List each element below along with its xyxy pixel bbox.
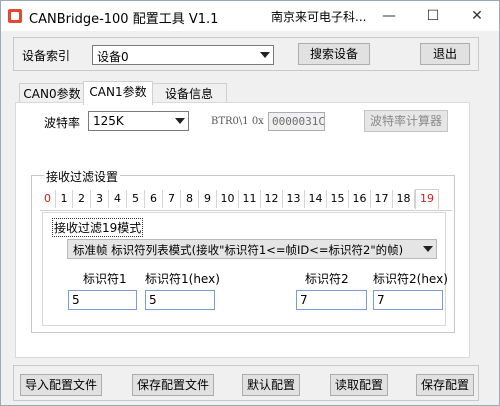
- footer-group: 导入配置文件 保存配置文件 默认配置 读取配置 保存配置: [13, 365, 479, 401]
- id2-hex-field[interactable]: 7: [373, 290, 443, 310]
- btr-value-field: 0000031C: [268, 112, 325, 131]
- filter-tab-19[interactable]: 19: [415, 189, 439, 209]
- tab-can1[interactable]: CAN1参数: [83, 81, 153, 105]
- id1-label: 标识符1: [83, 272, 127, 286]
- filter-tab-4[interactable]: 4: [109, 190, 127, 208]
- filter-tab-10[interactable]: 10: [217, 190, 239, 208]
- device-group: 设备索引 设备0 搜索设备 退出: [13, 37, 479, 71]
- save-config-file-button[interactable]: 保存配置文件: [132, 374, 214, 396]
- filter-tab-1[interactable]: 1: [56, 190, 73, 208]
- minimize-icon[interactable]: —: [372, 4, 406, 28]
- filter-group-title: 接收过滤设置: [44, 168, 121, 185]
- filter-mode-value: 标准帧 标识符列表模式(接收"标识符1<=帧ID<=标识符2"的帧): [73, 243, 404, 257]
- tab-device-info[interactable]: 设备信息: [151, 83, 227, 104]
- id2-hex-label: 标识符2(hex): [373, 272, 448, 286]
- exit-button[interactable]: 退出: [420, 43, 470, 65]
- filter-page: 接收过滤19模式 标准帧 标识符列表模式(接收"标识符1<=帧ID<=标识符2"…: [42, 212, 448, 326]
- close-icon[interactable]: ✕: [460, 4, 494, 28]
- id2-field[interactable]: 7: [296, 290, 367, 310]
- filter-tab-7[interactable]: 7: [163, 190, 181, 208]
- search-device-button[interactable]: 搜索设备: [298, 43, 370, 65]
- save-config-button[interactable]: 保存配置: [416, 374, 474, 396]
- maximize-icon[interactable]: ☐: [416, 4, 450, 28]
- id1-hex-field[interactable]: 5: [145, 290, 215, 310]
- filter-tab-17[interactable]: 17: [371, 190, 393, 208]
- id1-field[interactable]: 5: [68, 290, 137, 310]
- default-config-button[interactable]: 默认配置: [242, 374, 300, 396]
- filter-tab-8[interactable]: 8: [181, 190, 199, 208]
- baud-select[interactable]: 125K: [88, 111, 189, 131]
- btr-label: BTR0\1 0x: [211, 116, 264, 127]
- chevron-down-icon: [256, 46, 273, 64]
- filter-mode-select[interactable]: 标准帧 标识符列表模式(接收"标识符1<=帧ID<=标识符2"的帧): [67, 239, 437, 259]
- filter-tab-11[interactable]: 11: [239, 190, 261, 208]
- device-index-value: 设备0: [97, 50, 129, 64]
- chevron-down-icon: [419, 240, 436, 258]
- import-config-button[interactable]: 导入配置文件: [20, 374, 102, 396]
- chevron-down-icon: [171, 112, 188, 130]
- read-config-button[interactable]: 读取配置: [330, 374, 388, 396]
- device-index-label: 设备索引: [22, 49, 71, 63]
- device-index-select[interactable]: 设备0: [92, 45, 274, 65]
- window-company: 南京来可电子科...: [271, 10, 367, 24]
- baud-label: 波特率: [44, 116, 81, 130]
- baud-calculator-button[interactable]: 波特率计算器: [364, 110, 448, 132]
- filter-tab-2[interactable]: 2: [73, 190, 91, 208]
- window-title: CANBridge-100 配置工具 V1.1: [29, 12, 219, 27]
- title-bar[interactable]: CANBridge-100 配置工具 V1.1 南京来可电子科... — ☐ ✕: [1, 1, 499, 31]
- id2-label: 标识符2: [305, 272, 349, 286]
- filter-tab-bar: 0 1 2 3 4 5 6 7 8 9 10 11 12 13 14 15 16…: [40, 189, 452, 211]
- filter-tab-15[interactable]: 15: [327, 190, 349, 208]
- filter-tab-0[interactable]: 0: [40, 190, 56, 208]
- filter-tab-18[interactable]: 18: [393, 190, 415, 208]
- filter-tab-9[interactable]: 9: [199, 190, 217, 208]
- filter-tab-6[interactable]: 6: [145, 190, 163, 208]
- filter-tab-13[interactable]: 13: [283, 190, 305, 208]
- filter-mode-label: 接收过滤19模式: [51, 218, 144, 237]
- id1-hex-label: 标识符1(hex): [145, 272, 220, 286]
- filter-tab-3[interactable]: 3: [91, 190, 109, 208]
- baud-value: 125K: [93, 114, 124, 128]
- filter-tab-12[interactable]: 12: [261, 190, 283, 208]
- filter-group: 接收过滤设置 0 1 2 3 4 5 6 7 8 9 10 11 12 13 1…: [31, 168, 455, 333]
- filter-tab-14[interactable]: 14: [305, 190, 327, 208]
- filter-tab-16[interactable]: 16: [349, 190, 371, 208]
- filter-tab-5[interactable]: 5: [127, 190, 145, 208]
- can1-panel: 波特率 125K BTR0\1 0x 0000031C 波特率计算器 接收过滤设…: [15, 102, 470, 358]
- tab-can0[interactable]: CAN0参数: [19, 83, 85, 104]
- app-window: CANBridge-100 配置工具 V1.1 南京来可电子科... — ☐ ✕…: [0, 0, 500, 406]
- app-icon: [8, 9, 22, 23]
